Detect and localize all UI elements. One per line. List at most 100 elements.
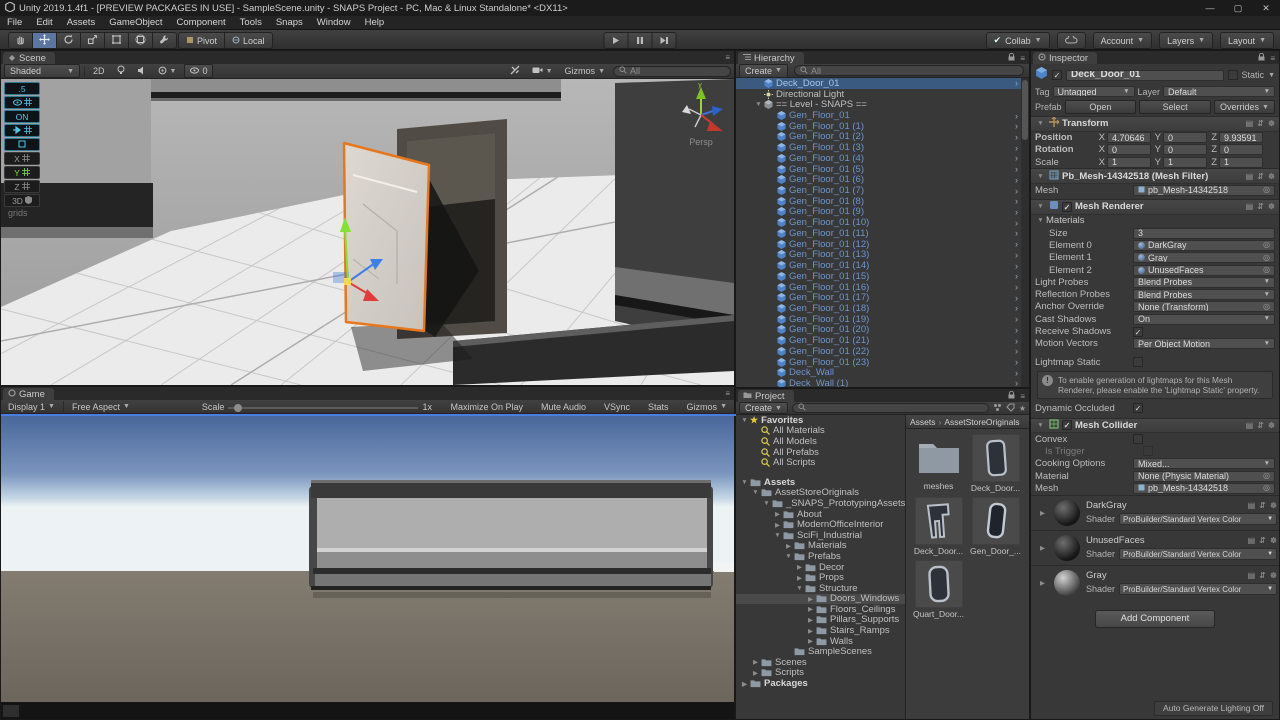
convex-checkbox[interactable] bbox=[1133, 434, 1143, 445]
panel-menu-icon[interactable]: ≡ bbox=[725, 53, 730, 62]
hierarchy-item[interactable]: Gen_Floor_01 (1) › bbox=[736, 121, 1021, 132]
lock-icon[interactable] bbox=[1008, 390, 1015, 401]
scene-search-input[interactable]: All bbox=[613, 65, 731, 77]
rotate-tool-button[interactable] bbox=[57, 32, 81, 49]
scene-effects-dropdown[interactable]: ▼ bbox=[154, 66, 181, 77]
reference-book-icon[interactable]: ▤ bbox=[1246, 172, 1254, 181]
menu-tools[interactable]: Tools bbox=[233, 17, 269, 28]
material-foldout[interactable]: ▶ bbox=[1037, 544, 1048, 552]
progrids-snap-toggle[interactable]: ON bbox=[4, 110, 40, 123]
hierarchy-search-input[interactable]: All bbox=[793, 65, 1024, 76]
project-tree-item[interactable]: ▶ Packages bbox=[736, 678, 905, 689]
gear-icon[interactable]: ☸ bbox=[1268, 421, 1275, 430]
rotation-z-field[interactable]: 0 bbox=[1219, 144, 1263, 156]
gear-icon[interactable]: ☸ bbox=[1270, 536, 1277, 545]
project-tree-item[interactable]: ▶ Doors_Windows bbox=[736, 593, 905, 604]
prefab-open-button[interactable]: Open bbox=[1064, 100, 1137, 114]
scale-slider[interactable] bbox=[228, 402, 419, 412]
prefab-select-button[interactable]: Select bbox=[1139, 100, 1212, 114]
material-foldout[interactable]: ▶ bbox=[1037, 579, 1048, 587]
project-tree-item[interactable]: ▶ Floors_Ceilings bbox=[736, 604, 905, 615]
gear-icon[interactable]: ☸ bbox=[1270, 571, 1277, 580]
scene-audio-toggle[interactable] bbox=[133, 66, 150, 77]
project-tree-item[interactable]: ▼ _SNAPS_PrototypingAssets bbox=[736, 498, 905, 509]
play-button[interactable] bbox=[603, 32, 629, 49]
hierarchy-item[interactable]: Gen_Floor_01 (4) › bbox=[736, 153, 1021, 164]
mesh-filter-header[interactable]: ▼ Pb_Mesh-14342518 (Mesh Filter) ▤ ⇵ ☸ bbox=[1031, 168, 1279, 184]
anchor-override-field[interactable]: None (Transform) ◎ bbox=[1133, 301, 1275, 313]
game-option-mute-audio[interactable]: Mute Audio bbox=[537, 402, 590, 412]
step-button[interactable] bbox=[652, 32, 677, 49]
breadcrumb-segment[interactable]: Assets bbox=[910, 417, 936, 427]
menu-assets[interactable]: Assets bbox=[60, 17, 103, 28]
search-by-type-icon[interactable] bbox=[993, 403, 1002, 414]
scene-gizmos-dropdown[interactable]: Gizmos ▼ bbox=[561, 66, 609, 76]
rotation-y-field[interactable]: 0 bbox=[1163, 144, 1207, 156]
preset-icon[interactable]: ⇵ bbox=[1257, 172, 1264, 181]
asset-item[interactable]: Deck_Door... bbox=[967, 434, 1024, 493]
project-tree-item[interactable]: All Scripts bbox=[736, 457, 905, 468]
rotation-x-field[interactable]: 0 bbox=[1107, 144, 1151, 156]
pivot-toggle-button[interactable]: Pivot bbox=[178, 32, 226, 49]
gameobject-name-field[interactable]: Deck_Door_01 bbox=[1066, 69, 1224, 81]
panel-menu-icon[interactable]: ≡ bbox=[725, 389, 730, 398]
material-foldout[interactable]: ▶ bbox=[1037, 509, 1048, 517]
project-tree-item[interactable]: ▶ Scenes bbox=[736, 657, 905, 668]
hierarchy-item[interactable]: Gen_Floor_01 (14) › bbox=[736, 260, 1021, 271]
hierarchy-item[interactable]: Gen_Floor_01 (19) › bbox=[736, 314, 1021, 325]
shader-dropdown[interactable]: ProBuilder/Standard Vertex Color ▼ bbox=[1119, 513, 1278, 526]
game-option-gizmos[interactable]: Gizmos ▼ bbox=[683, 402, 731, 412]
preset-icon[interactable]: ⇵ bbox=[1259, 571, 1266, 580]
project-tree-item[interactable]: ▶ Walls bbox=[736, 636, 905, 647]
hierarchy-item[interactable]: Gen_Floor_01 (5) › bbox=[736, 164, 1021, 175]
project-search-input[interactable] bbox=[791, 403, 989, 413]
material-element-field[interactable]: UnusedFaces ◎ bbox=[1133, 264, 1275, 276]
hierarchy-scrollbar[interactable] bbox=[1021, 78, 1029, 387]
mesh-object-field[interactable]: pb_Mesh-14342518 ◎ bbox=[1133, 184, 1275, 196]
project-tree-item[interactable]: All Materials bbox=[736, 425, 905, 436]
menu-window[interactable]: Window bbox=[310, 17, 358, 28]
tab-game[interactable]: Game bbox=[3, 388, 54, 400]
menu-help[interactable]: Help bbox=[358, 17, 392, 28]
pause-button[interactable] bbox=[628, 32, 653, 49]
static-dropdown-icon[interactable]: ▼ bbox=[1268, 72, 1275, 79]
draw-mode-dropdown[interactable]: Shaded ▼ bbox=[4, 64, 80, 78]
scale-tool-button[interactable] bbox=[81, 32, 105, 49]
asset-item[interactable]: Deck_Door... bbox=[910, 497, 967, 556]
hierarchy-item[interactable]: Gen_Floor_01 (8) › bbox=[736, 196, 1021, 207]
display-dropdown[interactable]: Display 1 ▼ bbox=[4, 402, 59, 412]
hierarchy-item[interactable]: Gen_Floor_01 (3) › bbox=[736, 142, 1021, 153]
local-toggle-button[interactable]: Local bbox=[225, 32, 273, 49]
receive-shadows-checkbox[interactable]: ✓ bbox=[1133, 326, 1143, 337]
prefab-overrides-dropdown[interactable]: Overrides ▼ bbox=[1214, 100, 1275, 114]
hierarchy-item[interactable]: Deck_Door_01 › bbox=[736, 78, 1021, 89]
reference-book-icon[interactable]: ▤ bbox=[1246, 421, 1254, 430]
favorite-star-icon[interactable]: ★ bbox=[1019, 404, 1026, 413]
active-checkbox[interactable]: ✓ bbox=[1052, 70, 1062, 80]
panel-menu-icon[interactable]: ≡ bbox=[1020, 392, 1025, 401]
progrids-3d-button[interactable]: 3D bbox=[4, 194, 40, 207]
hierarchy-item[interactable]: Deck_Wall › bbox=[736, 367, 1021, 378]
hierarchy-item[interactable]: Gen_Floor_01 (11) › bbox=[736, 228, 1021, 239]
gear-icon[interactable]: ☸ bbox=[1268, 172, 1275, 181]
game-option-maximize-on-play[interactable]: Maximize On Play bbox=[446, 402, 527, 412]
position-z-field[interactable]: 9.93591 bbox=[1219, 132, 1263, 144]
preset-icon[interactable]: ⇵ bbox=[1257, 202, 1264, 211]
game-viewport[interactable] bbox=[1, 416, 734, 719]
hierarchy-item[interactable]: Gen_Floor_01 (18) › bbox=[736, 303, 1021, 314]
tab-scene[interactable]: Scene bbox=[3, 52, 55, 64]
maximize-button[interactable]: ▢ bbox=[1224, 0, 1252, 16]
game-option-stats[interactable]: Stats bbox=[644, 402, 673, 412]
game-option-vsync[interactable]: VSync bbox=[600, 402, 634, 412]
panel-menu-icon[interactable]: ≡ bbox=[1020, 54, 1025, 63]
material-element-field[interactable]: Gray ◎ bbox=[1133, 252, 1275, 264]
project-tree-item[interactable]: ▼ Prefabs bbox=[736, 551, 905, 562]
panel-menu-icon[interactable]: ≡ bbox=[1270, 54, 1275, 63]
move-tool-button[interactable] bbox=[33, 32, 57, 49]
mesh-renderer-enabled-checkbox[interactable]: ✓ bbox=[1062, 201, 1072, 212]
project-tree-item[interactable]: ▼ Assets bbox=[736, 477, 905, 488]
dynamic-occluded-checkbox[interactable]: ✓ bbox=[1133, 403, 1143, 414]
hierarchy-item[interactable]: Directional Light bbox=[736, 89, 1021, 100]
custom-tool-button[interactable] bbox=[153, 32, 177, 49]
hierarchy-item[interactable]: Gen_Floor_01 (21) › bbox=[736, 335, 1021, 346]
